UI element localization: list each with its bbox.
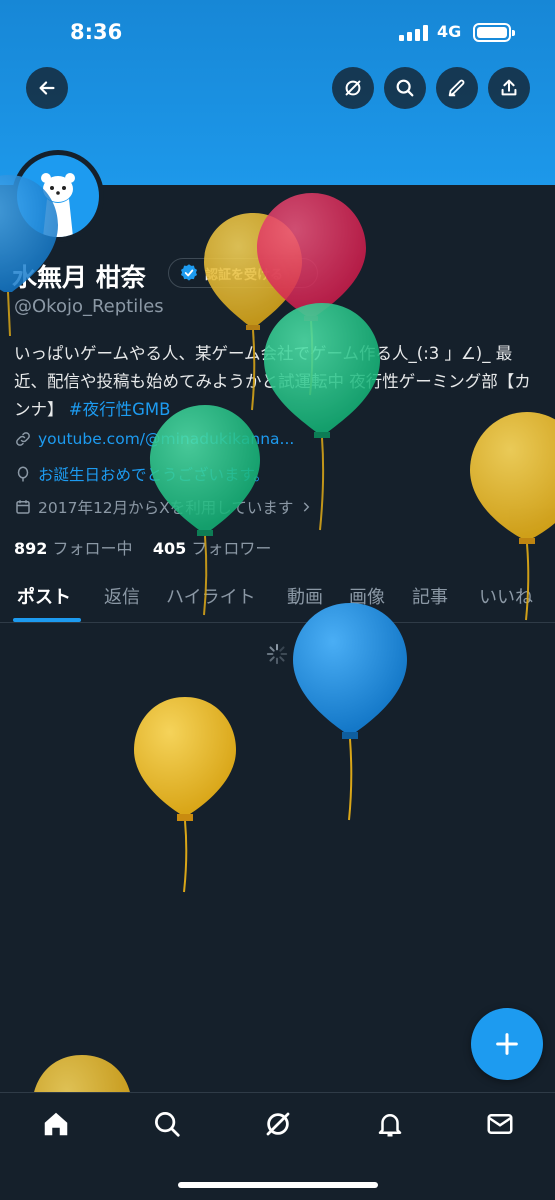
battery-icon xyxy=(473,23,515,42)
balloon-yellow-middle xyxy=(134,697,236,893)
profile-link-row: youtube.com/@minadukikanna... xyxy=(14,430,294,448)
following-label: フォロー中 xyxy=(52,539,133,558)
pencil-icon xyxy=(448,79,465,97)
following-link[interactable]: 892 フォロー中 xyxy=(14,539,133,558)
network-label: 4G xyxy=(437,22,462,41)
verify-label: 認証を受ける xyxy=(205,267,284,283)
home-icon[interactable] xyxy=(41,1109,71,1139)
bell-icon[interactable] xyxy=(375,1109,405,1139)
tab-media[interactable]: 画像 xyxy=(349,583,385,609)
joined-text: 2017年12月からXを利用しています xyxy=(38,499,294,517)
profile-website-link[interactable]: youtube.com/@minadukikanna... xyxy=(38,430,294,448)
followers-link[interactable]: 405 フォロワー xyxy=(153,539,272,558)
back-button[interactable] xyxy=(26,67,68,109)
tab-articles[interactable]: 記事 xyxy=(412,583,448,609)
avatar[interactable] xyxy=(12,150,104,242)
home-indicator xyxy=(178,1182,378,1188)
edit-button[interactable] xyxy=(436,67,478,109)
active-tab-indicator xyxy=(13,618,81,622)
compose-post-button[interactable] xyxy=(471,1008,543,1080)
joined-row[interactable]: 2017年12月からXを利用しています xyxy=(14,496,313,518)
balloon-blue-right xyxy=(293,603,407,821)
grok-icon[interactable] xyxy=(263,1109,293,1139)
birthday-row: お誕生日おめでとうございます。 xyxy=(14,463,269,485)
tab-posts[interactable]: ポスト xyxy=(17,583,71,609)
bio-hashtag-link[interactable]: #夜行性GMB xyxy=(69,400,171,419)
get-verified-button[interactable]: 認証を受ける xyxy=(168,258,318,288)
balloon-icon xyxy=(17,466,29,482)
status-bar: 8:36 4G xyxy=(0,0,555,66)
loading-spinner-icon xyxy=(266,643,288,665)
search-icon xyxy=(396,79,414,97)
mail-icon[interactable] xyxy=(485,1109,515,1139)
link-icon xyxy=(16,432,30,446)
tab-highlights[interactable]: ハイライト xyxy=(166,583,256,609)
followers-label: フォロワー xyxy=(191,539,272,558)
followers-count: 405 xyxy=(152,539,187,558)
search-icon[interactable] xyxy=(152,1109,182,1139)
follow-counts: 892 フォロー中 405 フォロワー xyxy=(14,535,271,559)
share-button[interactable] xyxy=(488,67,530,109)
birthday-text: お誕生日おめでとうございます。 xyxy=(38,466,269,484)
tab-videos[interactable]: 動画 xyxy=(287,583,323,609)
search-button[interactable] xyxy=(384,67,426,109)
arrow-left-icon xyxy=(39,81,55,95)
chevron-right-icon xyxy=(304,502,310,512)
profile-bio: いっぱいゲームやる人、某ゲーム会社でゲーム作る人_(:3 」∠)_ 最近、配信や… xyxy=(14,340,544,424)
tab-replies[interactable]: 返信 xyxy=(104,583,140,609)
share-icon xyxy=(501,79,517,96)
profile-handle: @Okojo_Reptiles xyxy=(14,296,164,317)
profile-name: 水無月 柑奈 xyxy=(12,263,146,292)
plus-icon xyxy=(496,1033,518,1055)
status-time: 8:36 xyxy=(70,20,123,44)
signal-icon xyxy=(399,25,429,41)
calendar-icon xyxy=(16,500,30,514)
tab-likes[interactable]: いいね xyxy=(479,583,533,609)
following-count: 892 xyxy=(14,539,48,558)
verified-badge-icon xyxy=(181,264,197,281)
grok-button[interactable] xyxy=(332,67,374,109)
grok-icon xyxy=(345,80,361,96)
stoat-avatar-image xyxy=(41,173,75,237)
profile-tabs: ポスト 返信 ハイライト 動画 画像 記事 いいね xyxy=(0,575,555,623)
